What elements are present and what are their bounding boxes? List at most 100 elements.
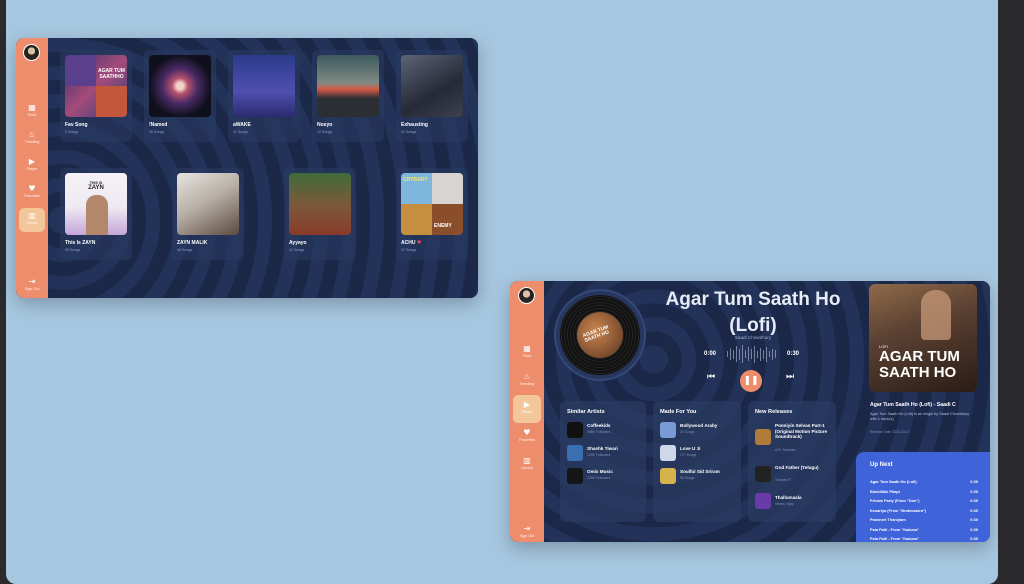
heart-icon: ♥ [416, 240, 422, 246]
playlist-art: AGAR TUM SAATHHO [65, 55, 127, 117]
item-name: Omix Music [587, 469, 613, 474]
sidebar-item-library[interactable]: ▥ Library [514, 453, 540, 477]
list-item[interactable]: Shashk Tiwari 129K Followers [567, 444, 647, 462]
queue-item[interactable]: Bimbilikki Pilapi 0:30 [870, 489, 978, 497]
playlist-card[interactable]: aWAKE 11 Songs [228, 50, 300, 142]
vinyl-label-text: AGAR TUM SAATH HO [582, 324, 610, 344]
album-thumb [755, 466, 771, 482]
playlist-card[interactable]: THIS IS ZAYN This Is ZAYN 50 Songs [60, 168, 132, 260]
nav-label: Sign Out [519, 534, 535, 538]
playlist-title: This Is ZAYN [65, 240, 96, 246]
playlist-card[interactable]: CRYBABY ENEMY ACHU ♥ 47 Songs [396, 168, 468, 260]
duration-time: 0:30 [787, 351, 800, 357]
queue-item[interactable]: Agar Tum Saath Ho (Lofi) 0:30 [870, 479, 978, 487]
queue-item[interactable]: Pancheri Thaniyam 0:30 [870, 517, 978, 525]
new-releases-panel: New Releases Ponniyin Selvan Part-1 (Ori… [748, 401, 836, 522]
pause-button[interactable]: ❚❚ [740, 370, 762, 392]
playlist-song-count: 48 Songs [177, 248, 193, 252]
sidebar-item-favorites[interactable]: ♥ Favorites [514, 425, 540, 449]
avatar[interactable] [518, 287, 535, 304]
player-main: AGAR TUM SAATH HO Agar Tum Saath Ho (Lof… [544, 281, 990, 542]
playlist-title: Exhausting [401, 122, 428, 128]
playlist-art [317, 55, 379, 117]
list-item[interactable]: Soulful Sid Sriram 50 Songs [660, 467, 740, 485]
list-item[interactable]: Bollywood Araby 30 Songs [660, 421, 740, 439]
queue-item[interactable]: Kesariya (From "Brahmastra") 0:30 [870, 508, 978, 516]
similar-artists-panel: Similar Artists Coffeekids 388K Follower… [560, 401, 646, 522]
playlist-art [401, 55, 463, 117]
sign-out-icon: ⇥ [28, 277, 36, 286]
queue-item-duration: 0:30 [970, 479, 978, 484]
nav-label: Player [521, 410, 533, 414]
item-name: God Father (Telugu) [775, 465, 819, 470]
item-sub: 129K Followers [587, 453, 611, 457]
waveform[interactable] [727, 343, 779, 365]
sidebar-item-favorites[interactable]: ♥ Favorites [19, 181, 45, 205]
panel-heading: Up Next [870, 462, 893, 468]
queue-item-name: Kesariya (From "Brahmastra") [870, 507, 927, 513]
queue-item[interactable]: Pala Palli - From "Kaduva" 0:30 [870, 536, 978, 542]
item-name: Love U Ji [680, 446, 701, 451]
queue-item-duration: 0:30 [970, 498, 978, 503]
list-item[interactable]: Love U Ji 177 Songs [660, 444, 740, 462]
sidebar-item-feed[interactable]: ▦ Feed [19, 100, 45, 124]
playlist-title: Ayyayo [289, 240, 307, 246]
list-item[interactable]: Omix Music 225K Followers [567, 467, 647, 485]
sidebar-item-player[interactable]: ▶ Player [19, 154, 45, 178]
queue-item[interactable]: Pala Palli - From "Kaduva" 0:30 [870, 527, 978, 535]
playlist-card[interactable]: Ayyayo 12 Songs [284, 168, 356, 260]
nav-label: Sign Out [24, 287, 40, 291]
playlist-title-text: ACHU [401, 240, 416, 246]
list-item[interactable]: God Father (Telugu) Thaman S [755, 463, 835, 483]
playlist-art [233, 55, 295, 117]
sidebar-item-feed[interactable]: ▦ Feed [514, 341, 540, 365]
sidebar-item-trending[interactable]: ♨ Trending [19, 127, 45, 151]
panel-heading: Similar Artists [567, 409, 605, 415]
playlist-thumb [660, 422, 676, 438]
sidebar: ▦ Feed ♨ Trending ▶ Player ♥ Favorites ▥… [16, 38, 48, 298]
next-icon[interactable]: ⏭ [786, 372, 794, 382]
item-sub: 388K Followers [587, 430, 611, 434]
item-name: Thallumaala [775, 495, 802, 500]
now-playing-title: Agar Tum Saath Ho (Lofi) - Saadi C [870, 402, 956, 408]
avatar[interactable] [23, 44, 40, 61]
player-window: ▦ Feed ♨ Trending ▶ Player ♥ Favorites ▥… [510, 281, 990, 542]
queue-item-duration: 0:30 [970, 517, 978, 522]
item-sub: Thaman S [775, 478, 791, 482]
library-grid: AGAR TUM SAATHHO Fav Song 0 Songs !Named… [48, 38, 478, 298]
playlist-thumb [660, 445, 676, 461]
playlist-card[interactable]: Exhausting 31 Songs [396, 50, 468, 142]
library-icon: ▥ [28, 211, 36, 220]
playlist-song-count: 0 Songs [65, 130, 79, 134]
playlist-title: Fav Song [65, 122, 88, 128]
playlist-song-count: 12 Songs [317, 130, 333, 134]
playlist-art: CRYBABY ENEMY [401, 173, 463, 235]
song-title: Agar Tum Saath Ho (Lofi) [665, 289, 841, 336]
nav-label: Trending [519, 382, 535, 386]
queue-item[interactable]: Private Party (From "Don") 0:30 [870, 498, 978, 506]
sign-out-button[interactable]: ⇥ Sign Out [19, 274, 45, 298]
page-scrollbar[interactable] [1003, 0, 1017, 584]
sidebar-item-trending[interactable]: ♨ Trending [514, 369, 540, 393]
playlist-card[interactable]: AGAR TUM SAATHHO Fav Song 0 Songs [60, 50, 132, 142]
list-item[interactable]: Coffeekids 388K Followers [567, 421, 647, 439]
queue-item-duration: 0:30 [970, 507, 978, 513]
art-text: AGAR TUM SAATHHO [98, 68, 125, 80]
sign-out-button[interactable]: ⇥ Sign Out [514, 521, 540, 542]
fire-icon: ♨ [523, 372, 531, 381]
list-item[interactable]: Thallumaala Vishnu Vijay [755, 491, 835, 511]
playlist-card[interactable]: ZAYN MALIK 48 Songs [172, 168, 244, 260]
item-name: Ponniyin Selvan Part-1 (Original Motion … [775, 423, 828, 440]
cover-title: AGAR TUM SAATH HO [879, 348, 960, 381]
playlist-title: ACHU ♥ [401, 240, 421, 246]
list-item[interactable]: Ponniyin Selvan Part-1 (Original Motion … [755, 421, 835, 455]
playlist-song-count: 50 Songs [65, 248, 81, 252]
playlist-card[interactable]: !Named 16 Songs [144, 50, 216, 142]
sidebar-item-player[interactable]: ▶ Player [513, 395, 541, 423]
sidebar-item-library[interactable]: ▥ Library [19, 208, 45, 232]
playlist-card[interactable]: Nosyo 12 Songs [312, 50, 384, 142]
previous-icon[interactable]: ⏮ [707, 372, 715, 382]
play-icon: ▶ [523, 400, 531, 409]
album-thumb [755, 493, 771, 509]
art-text: ZAYN [88, 185, 104, 191]
